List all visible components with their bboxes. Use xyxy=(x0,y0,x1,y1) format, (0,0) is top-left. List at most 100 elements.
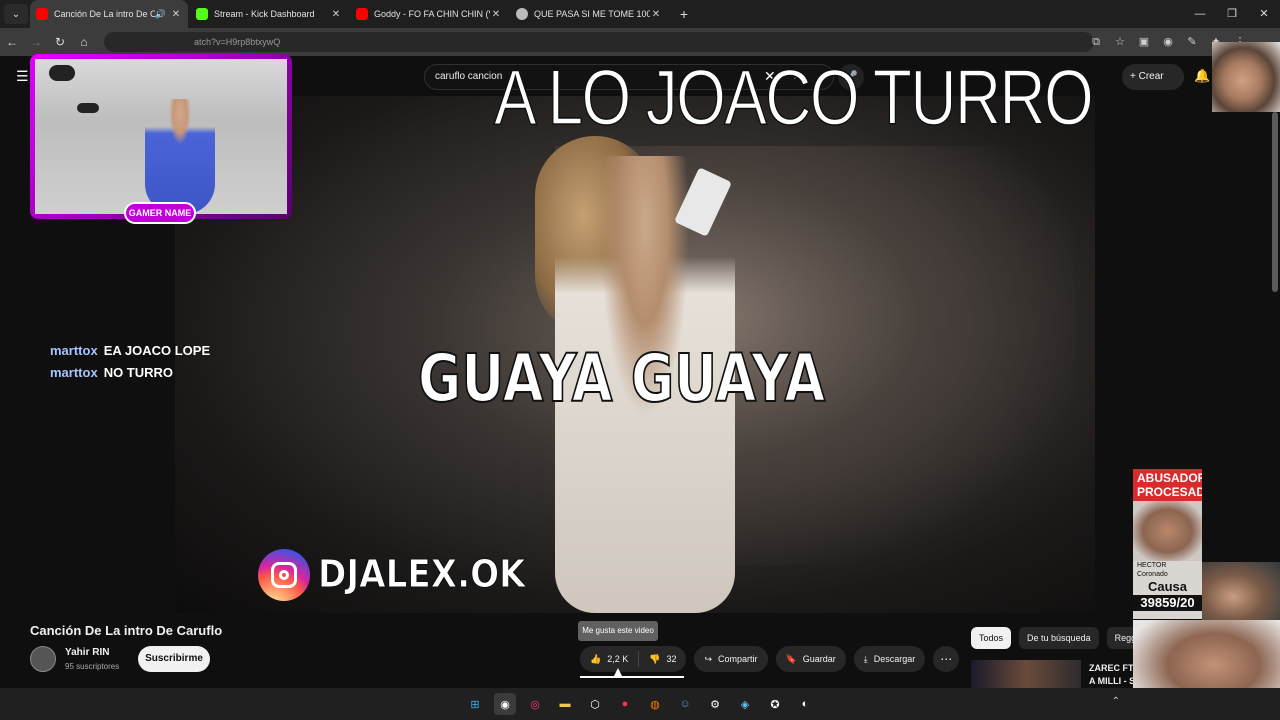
bookmark-star-icon[interactable]: ☆ xyxy=(1110,32,1130,52)
home-icon[interactable]: ⌂ xyxy=(72,35,96,49)
chat-user: marttox xyxy=(50,343,98,358)
close-window-icon[interactable]: ✕ xyxy=(1248,0,1280,28)
forward-icon[interactable]: → xyxy=(24,35,48,49)
settings-icon[interactable]: ⚙ xyxy=(704,693,726,715)
bookmark-icon: 🔖 xyxy=(785,653,797,664)
chip-todos[interactable]: Todos xyxy=(971,627,1012,649)
tab-que-pasa[interactable]: QUE PASA SI ME TOME 100G D ✕ xyxy=(510,0,668,28)
hamburger-menu-icon[interactable]: ☰ xyxy=(16,68,29,85)
file-explorer-icon[interactable]: ▬ xyxy=(554,693,576,715)
app-icon[interactable]: ◎ xyxy=(524,693,546,715)
minimize-icon[interactable]: — xyxy=(1184,0,1216,28)
windows-start-icon[interactable]: ⊞ xyxy=(464,693,486,715)
reload-icon[interactable]: ↻ xyxy=(48,35,72,49)
close-tab-icon[interactable]: ✕ xyxy=(650,9,662,20)
recommended-video-thumbnail[interactable] xyxy=(971,660,1081,688)
webcam-streamer xyxy=(145,99,215,214)
tab-title: QUE PASA SI ME TOME 100G D xyxy=(534,9,650,19)
app-icon[interactable]: ● xyxy=(614,693,636,715)
like-ratio-bar xyxy=(580,676,684,678)
extension-icon[interactable]: ◉ xyxy=(1158,32,1178,52)
url-text: atch?v=H9rp8btxywQ xyxy=(194,37,281,47)
tab-goddy[interactable]: Goddy - FO FA CHIN CHIN (Video ✕ xyxy=(350,0,508,28)
channel-name[interactable]: Yahir RIN xyxy=(65,647,109,658)
extension-icon[interactable]: ▣ xyxy=(1134,32,1154,52)
overlay-mid-text: GUAYA GUAYA xyxy=(417,339,826,418)
like-count: 2,2 K xyxy=(607,654,629,664)
save-button[interactable]: 🔖 Guardar xyxy=(775,646,846,672)
extension-icon[interactable]: ✎ xyxy=(1182,32,1202,52)
chat-text: EA JOACO LOPE xyxy=(103,343,211,358)
create-button[interactable]: + Crear xyxy=(1122,64,1184,90)
news-name-2: Coronado xyxy=(1137,571,1168,578)
news-name-1: HECTOR xyxy=(1137,562,1167,569)
recommended-title-line: ZAREC FT. xyxy=(1089,663,1135,673)
tab-title: Canción De La intro De Caruflo xyxy=(54,9,155,19)
tab-kick-dashboard[interactable]: Stream - Kick Dashboard ✕ xyxy=(190,0,348,28)
new-tab-button[interactable]: + xyxy=(674,6,694,22)
steam-icon[interactable]: ◈ xyxy=(734,693,756,715)
instagram-icon xyxy=(258,549,310,601)
share-icon: ↪ xyxy=(704,653,713,664)
save-label: Guardar xyxy=(802,654,836,664)
recommended-title-line: A MILLI - S xyxy=(1089,676,1135,686)
bell-icon[interactable]: 🔔 xyxy=(1194,68,1210,84)
discord-icon[interactable]: ☺ xyxy=(674,693,696,715)
youtube-icon xyxy=(356,8,368,20)
like-button[interactable]: 👍 2,2 K xyxy=(580,646,638,672)
tab-youtube-cancion[interactable]: Canción De La intro De Caruflo 🔊 ✕ xyxy=(30,0,188,28)
download-button[interactable]: ⤓ Descargar xyxy=(853,646,926,672)
more-actions-icon[interactable]: ⋯ xyxy=(933,646,960,672)
tray-chevron-icon[interactable]: ⌃ xyxy=(1112,696,1120,707)
recommended-video-title[interactable]: ZAREC FT. A MILLI - S xyxy=(1089,662,1135,688)
webcam-lamp xyxy=(49,65,75,81)
webcam-lamp xyxy=(77,103,99,113)
kick-icon xyxy=(196,8,208,20)
page-scrollbar[interactable] xyxy=(1272,112,1278,292)
app-icon[interactable]: ◐ xyxy=(794,693,816,715)
create-label: Crear xyxy=(1138,71,1164,82)
webcam-overlay xyxy=(30,54,292,219)
tab-title: Stream - Kick Dashboard xyxy=(214,9,315,19)
close-tab-icon[interactable]: ✕ xyxy=(170,9,182,20)
news-photo xyxy=(1133,501,1202,561)
share-label: Compartir xyxy=(718,654,758,664)
download-label: Descargar xyxy=(873,654,916,664)
video-title: Canción De La intro De Caruflo xyxy=(30,623,223,638)
speaker-icon[interactable]: 🔊 xyxy=(155,9,166,20)
chip-de-tu-busqueda[interactable]: De tu búsqueda xyxy=(1019,627,1099,649)
chrome-icon[interactable]: ◉ xyxy=(494,693,516,715)
download-icon: ⤓ xyxy=(863,653,868,664)
news-overlay: ABUSADOR PROCESAD HECTOR Coronado Causa … xyxy=(1133,469,1202,619)
overlay-top-text: A LO JOACO TURRO xyxy=(493,52,1094,142)
close-tab-icon[interactable]: ✕ xyxy=(490,9,502,20)
restore-icon[interactable]: ❐ xyxy=(1216,0,1248,28)
tab-search-button[interactable]: ⌄ xyxy=(4,4,28,24)
youtube-icon xyxy=(36,8,48,20)
subscribe-button[interactable]: Suscribirme xyxy=(138,646,210,672)
gamer-name-badge: GAMER NAME xyxy=(124,202,196,224)
browser-tab-strip: ⌄ Canción De La intro De Caruflo 🔊 ✕ Str… xyxy=(0,0,1280,28)
globe-icon xyxy=(516,8,528,20)
close-tab-icon[interactable]: ✕ xyxy=(330,9,342,20)
chat-text: NO TURRO xyxy=(103,365,174,380)
news-number: 39859/20 xyxy=(1133,595,1202,611)
tab-title: Goddy - FO FA CHIN CHIN (Video xyxy=(374,9,490,19)
channel-subscribers: 95 suscriptores xyxy=(65,662,120,671)
app-icon[interactable]: ✪ xyxy=(764,693,786,715)
recommendation-chips: Todos De tu búsqueda Regg xyxy=(971,627,1145,649)
app-icon[interactable]: ⬡ xyxy=(584,693,606,715)
like-dislike-group: 👍 2,2 K 👎 32 xyxy=(580,646,687,672)
webcam-feed xyxy=(35,59,287,214)
app-icon[interactable]: ◍ xyxy=(644,693,666,715)
mouse-cursor xyxy=(613,668,623,678)
install-icon[interactable]: ⧉ xyxy=(1086,32,1106,52)
share-button[interactable]: ↪ Compartir xyxy=(694,646,768,672)
chat-user: marttox xyxy=(50,365,98,380)
address-bar[interactable]: atch?v=H9rp8btxywQ xyxy=(104,32,1094,52)
back-icon[interactable]: ← xyxy=(0,35,24,49)
channel-avatar[interactable] xyxy=(30,646,56,672)
dislike-button[interactable]: 👎 32 xyxy=(639,646,686,672)
windows-taskbar: ⊞ ◉ ◎ ▬ ⬡ ● ◍ ☺ ⚙ ◈ ✪ ◐ ⌃ xyxy=(0,688,1280,720)
instagram-handle: DJALEX.OK xyxy=(318,552,527,597)
